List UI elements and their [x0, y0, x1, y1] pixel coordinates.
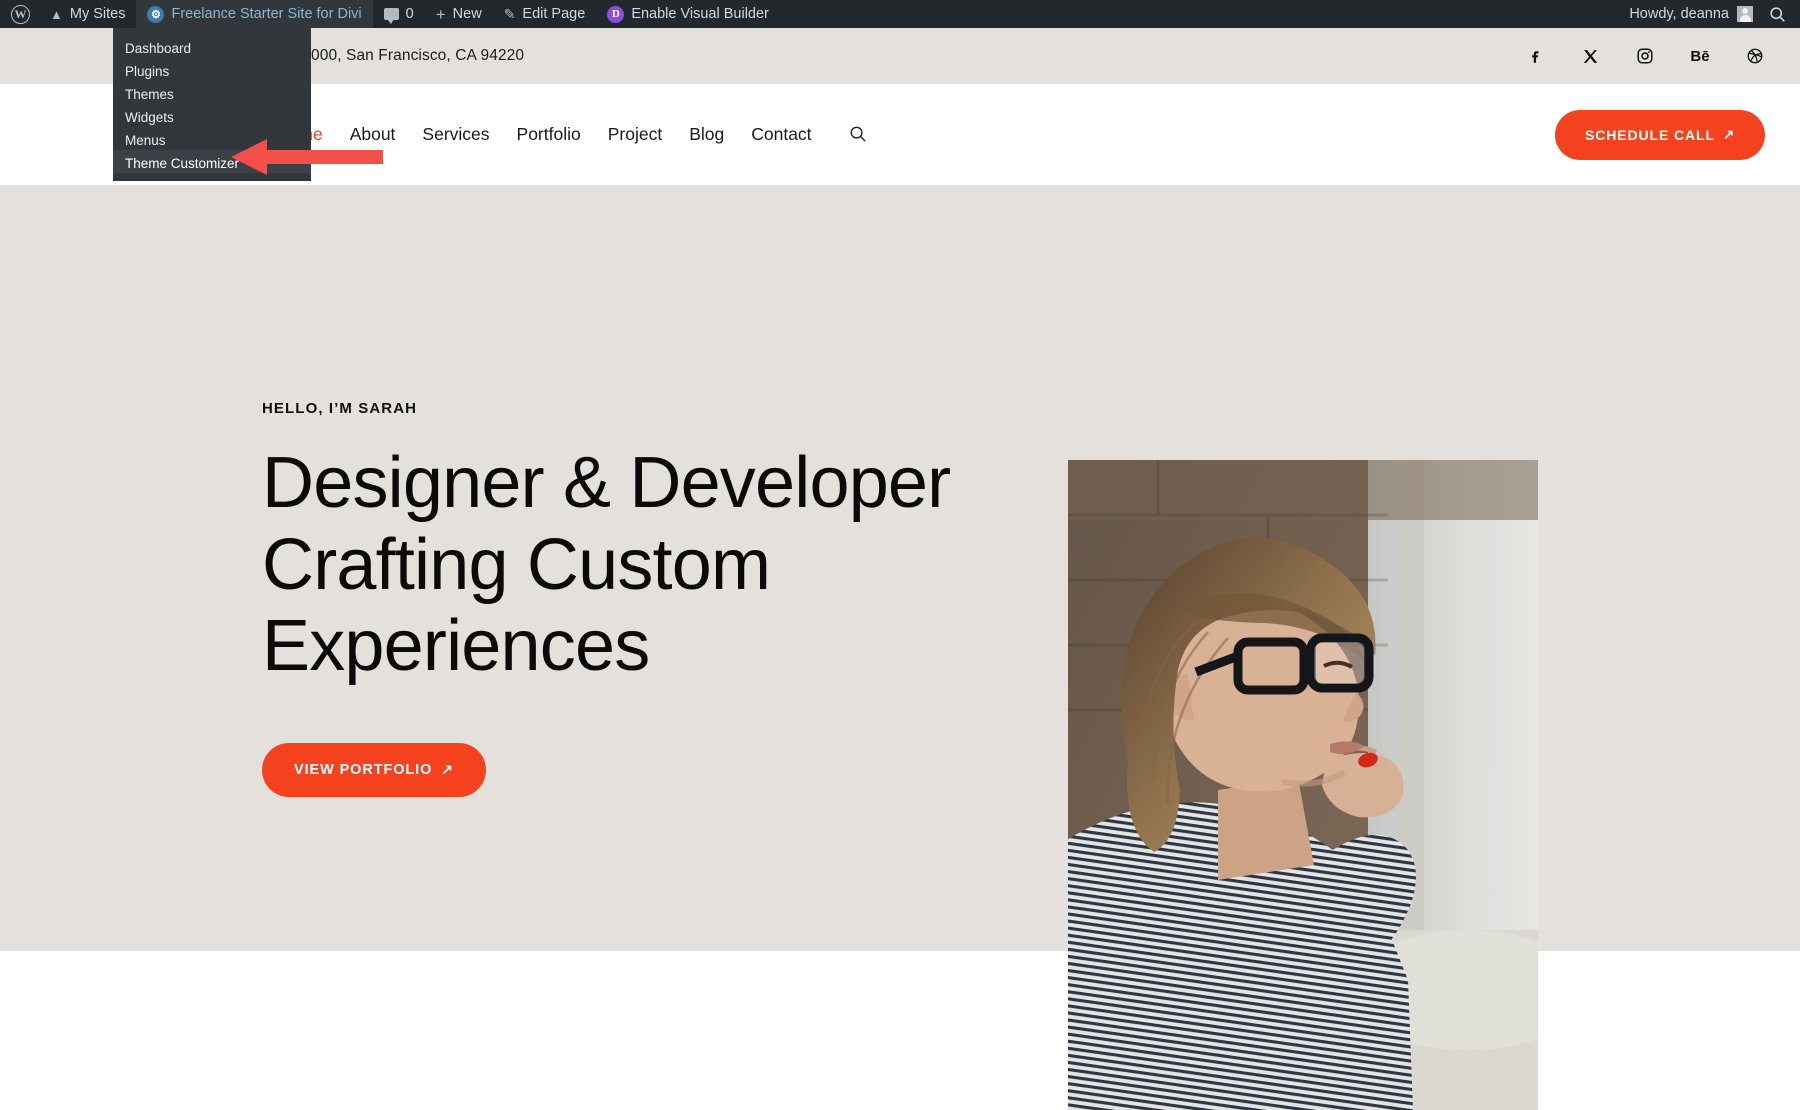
search-icon — [1769, 6, 1786, 23]
visual-builder-label: Enable Visual Builder — [631, 6, 769, 22]
schedule-call-button[interactable]: SCHEDULE CALL ↗ — [1555, 110, 1765, 160]
nav-link-services[interactable]: Services — [422, 124, 489, 145]
comments-count: 0 — [406, 6, 414, 22]
dropdown-item-plugins[interactable]: Plugins — [113, 58, 311, 81]
nav-link-about[interactable]: About — [350, 124, 396, 145]
nav-link-blog[interactable]: Blog — [689, 124, 724, 145]
view-portfolio-label: VIEW PORTFOLIO — [294, 762, 432, 778]
dropdown-item-widgets[interactable]: Widgets — [113, 104, 311, 127]
dropdown-item-themes[interactable]: Themes — [113, 81, 311, 104]
hero-title: Designer & Developer Crafting Custom Exp… — [262, 443, 962, 688]
portrait-illustration — [1068, 460, 1538, 1110]
nav-link-portfolio[interactable]: Portfolio — [517, 124, 581, 145]
x-twitter-icon[interactable] — [1580, 46, 1600, 66]
divi-logo-icon: D — [607, 6, 624, 23]
view-portfolio-button[interactable]: VIEW PORTFOLIO ↗ — [262, 743, 486, 797]
wp-admin-bar: W ▲ My Sites ⚙ Freelance Starter Site fo… — [0, 0, 1800, 28]
schedule-call-label: SCHEDULE CALL — [1585, 127, 1715, 143]
dropdown-item-dashboard[interactable]: Dashboard — [113, 35, 311, 58]
enable-visual-builder-button[interactable]: D Enable Visual Builder — [596, 0, 780, 28]
hero-title-line-2: Crafting Custom — [262, 525, 770, 605]
my-sites-label: My Sites — [70, 6, 126, 22]
comments-button[interactable]: 0 — [373, 0, 425, 28]
admin-search-button[interactable] — [1763, 0, 1800, 28]
my-sites-menu[interactable]: ▲ My Sites — [39, 0, 136, 28]
my-sites-dropdown-menu: Dashboard Plugins Themes Widgets Menus T… — [113, 28, 311, 181]
avatar-icon — [1737, 6, 1753, 22]
site-icon: ⚙ — [147, 6, 164, 23]
behance-icon[interactable]: Bē — [1690, 46, 1710, 66]
comment-bubble-icon — [384, 8, 399, 20]
hero-content: HELLO, I’M SARAH Designer & Developer Cr… — [262, 400, 962, 797]
hero-title-line-1: Designer & Developer — [262, 443, 950, 523]
arrow-up-right-icon: ↗ — [1723, 127, 1735, 143]
hero-title-line-3: Experiences — [262, 606, 649, 686]
sites-icon: ▲ — [50, 7, 63, 22]
nav-link-project[interactable]: Project — [608, 124, 662, 145]
dropdown-item-menus[interactable]: Menus — [113, 127, 311, 150]
arrow-up-right-icon: ↗ — [441, 762, 453, 778]
account-menu[interactable]: Howdy, deanna — [1619, 0, 1763, 28]
dribbble-icon[interactable] — [1745, 46, 1765, 66]
nav-search-button[interactable] — [849, 125, 868, 144]
admin-bar-spacer — [780, 0, 1619, 28]
new-label: New — [453, 6, 482, 22]
plus-icon: + — [436, 6, 446, 23]
edit-page-label: Edit Page — [522, 6, 585, 22]
search-icon — [849, 125, 868, 144]
hero-eyebrow: HELLO, I’M SARAH — [262, 400, 962, 417]
nav-link-contact[interactable]: Contact — [751, 124, 811, 145]
pencil-icon: ✎ — [504, 6, 516, 23]
hero-portrait-image — [1068, 460, 1538, 1110]
social-links: Bē — [1525, 46, 1765, 66]
site-name-label: Freelance Starter Site for Divi — [171, 6, 361, 22]
wordpress-logo-button[interactable]: W — [0, 0, 39, 28]
new-content-menu[interactable]: + New — [425, 0, 493, 28]
nav-links: Home About Services Portfolio Project Bl… — [276, 124, 868, 145]
facebook-icon[interactable] — [1525, 46, 1545, 66]
dropdown-item-theme-customizer[interactable]: Theme Customizer — [113, 150, 311, 173]
howdy-label: Howdy, deanna — [1629, 6, 1729, 22]
instagram-icon[interactable] — [1635, 46, 1655, 66]
admin-bar-right: Howdy, deanna — [1619, 0, 1800, 28]
hero-section: HELLO, I’M SARAH Designer & Developer Cr… — [0, 185, 1800, 951]
edit-page-button[interactable]: ✎ Edit Page — [493, 0, 597, 28]
wordpress-logo-icon: W — [11, 5, 30, 24]
current-site-menu[interactable]: ⚙ Freelance Starter Site for Divi — [136, 0, 372, 28]
